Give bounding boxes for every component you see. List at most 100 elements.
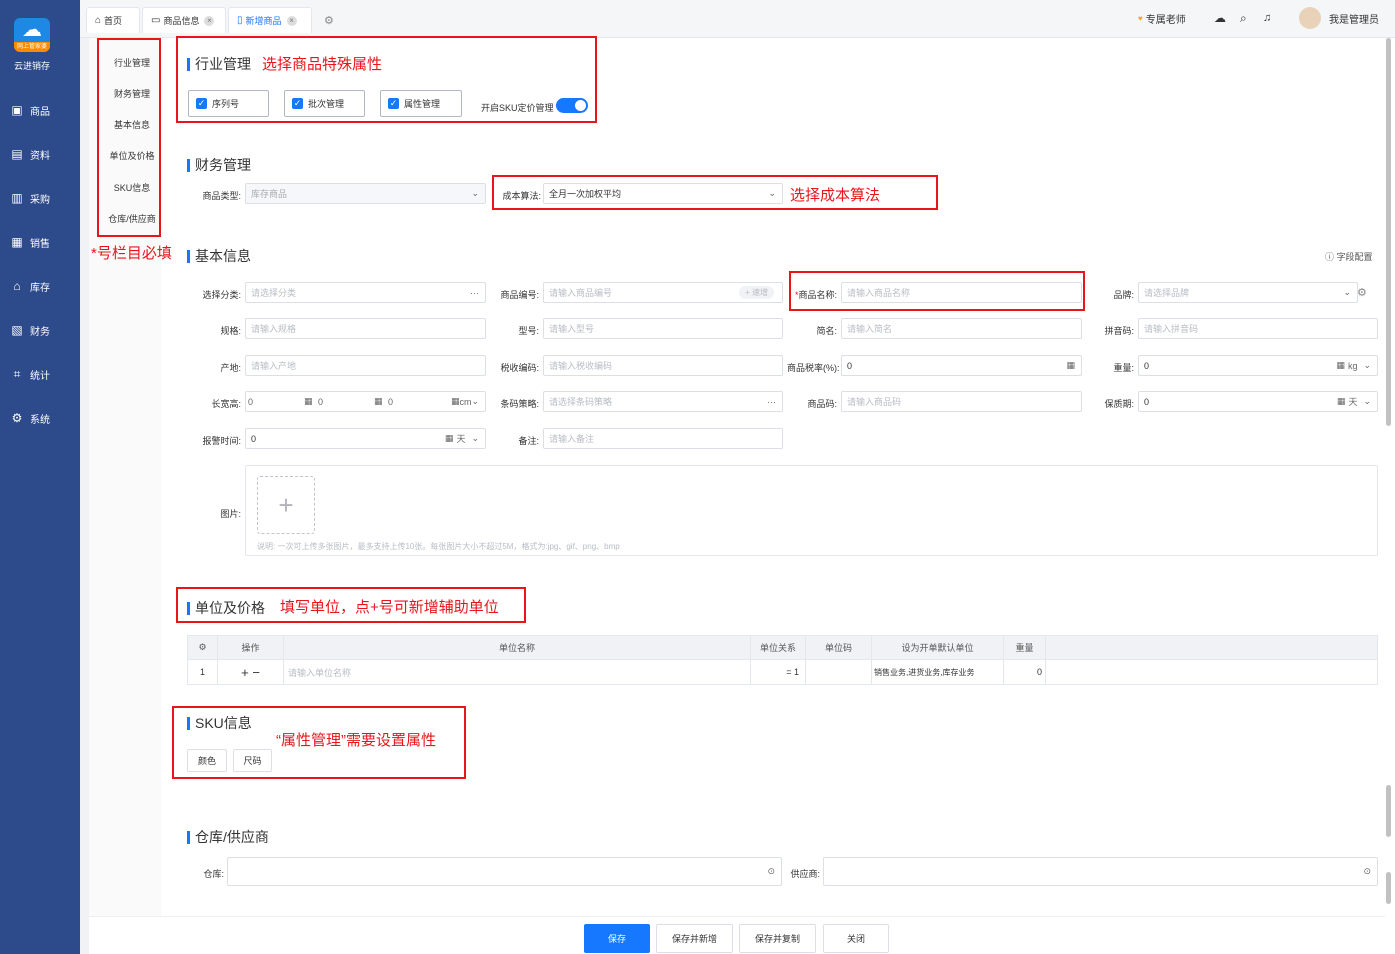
add-unit-icon[interactable]: + — [241, 665, 249, 680]
field-label-text: 规格: — [220, 326, 241, 336]
field-config-label: 字段配置 — [1336, 252, 1373, 262]
sidebar-item-3[interactable]: ▦ 销售 — [10, 232, 74, 252]
image-label: 图片: — [220, 509, 241, 519]
scrollbar-thumb[interactable] — [1386, 38, 1391, 426]
quick-add-button[interactable]: + 速增 — [739, 286, 774, 299]
barcode-input[interactable]: 请输入商品码 — [841, 391, 1082, 412]
col-header: 设为开单默认单位 — [871, 635, 1004, 660]
check-batch[interactable]: ✓ 批次管理 — [284, 90, 365, 117]
warehouse-select[interactable]: ⊙ — [227, 857, 782, 886]
sidebar-item-1[interactable]: ▤ 资料 — [10, 144, 74, 164]
supplier-select[interactable]: ⊙ — [823, 857, 1378, 886]
sidebar-item-0[interactable]: ▣ 商品 — [10, 100, 74, 120]
check-attribute[interactable]: ✓ 属性管理 — [380, 90, 462, 117]
bell-icon[interactable]: ♫ — [1263, 0, 1271, 36]
remove-unit-icon[interactable]: − — [252, 665, 260, 680]
upload-plus-icon[interactable]: + — [257, 476, 315, 534]
sidebar-item-label: 库存 — [30, 282, 50, 294]
supplier-label: 供应商: — [790, 869, 820, 879]
sku-size-button[interactable]: 尺码 — [233, 749, 272, 772]
unit-code-cell[interactable] — [805, 659, 872, 685]
save-button[interactable]: 保存 — [584, 924, 650, 953]
field-label-text: 条码策略: — [500, 399, 539, 409]
unit-name-input[interactable]: 请输入单位名称 — [283, 659, 751, 685]
pinyin-input[interactable]: 请输入拼音码 — [1138, 318, 1378, 339]
sidebar-item-label: 采购 — [30, 194, 50, 206]
name-input[interactable]: 请输入商品名称 — [841, 282, 1082, 303]
save-new-button[interactable]: 保存并新增 — [656, 924, 733, 953]
section-nav-item[interactable]: 仓库/供应商 — [96, 212, 168, 225]
search-icon[interactable]: ⌕ — [1240, 0, 1247, 36]
section-nav-item[interactable]: 行业管理 — [96, 56, 168, 69]
col-header: 重量 — [1003, 635, 1046, 660]
dimension-l[interactable]: 0 — [248, 392, 253, 411]
taxrate-input[interactable]: 0 ▦ — [841, 355, 1082, 376]
tab-home[interactable]: ⌂ 首页 — [86, 7, 140, 33]
field-label-text: 拼音码: — [1104, 326, 1134, 336]
barcode_policy-input[interactable]: 请选择条码策略 ··· — [543, 391, 783, 412]
input-text: 请选择分类 — [251, 288, 297, 298]
field-label-text: 报警时间: — [202, 436, 241, 446]
sidebar-item-4[interactable]: ⌂ 库存 — [10, 276, 74, 296]
scrollbar-thumb[interactable] — [1386, 872, 1391, 904]
shelf-input[interactable]: 0 ▦ 天 ⌄ — [1138, 391, 1378, 412]
scrollbar-thumb[interactable] — [1386, 785, 1391, 837]
sidebar-item-5[interactable]: ▧ 财务 — [10, 320, 74, 340]
sidebar-item-2[interactable]: ▥ 采购 — [10, 188, 74, 208]
input-text: 请输入商品编号 — [549, 288, 613, 298]
teacher-link[interactable]: ♥ 专属老师 — [1138, 0, 1186, 36]
lwh-input[interactable]: 0 ▦ 0 ▦ 0 ▦ cm ⌄ — [245, 391, 486, 412]
check-serial[interactable]: ✓ 序列号 — [188, 90, 269, 117]
weight-input[interactable]: 0 ▦ kg ⌄ — [1138, 355, 1378, 376]
tab-product-info[interactable]: ▭ 商品信息 × — [142, 7, 226, 33]
sku-toggle-label: 开启SKU定价管理 — [481, 103, 554, 113]
sidebar-item-7[interactable]: ⚙ 系统 — [10, 408, 74, 428]
field-label-text: 长宽高: — [211, 399, 241, 409]
close-icon[interactable]: × — [286, 15, 297, 26]
spec-input[interactable]: 请输入规格 — [245, 318, 486, 339]
tab-settings-icon[interactable]: ⚙ — [324, 14, 334, 27]
remark-input[interactable]: 请输入备注 — [543, 428, 783, 449]
chevron-down-icon: ⌄ — [1343, 287, 1351, 297]
model-input[interactable]: 请输入型号 — [543, 318, 783, 339]
close-icon[interactable]: × — [204, 15, 215, 26]
sidebar-item-6[interactable]: ⌗ 统计 — [10, 364, 74, 384]
input-text: 请选择条码策略 — [549, 397, 613, 407]
default-unit-cell[interactable]: 销售业务,进货业务,库存业务 — [871, 659, 1004, 685]
type-label: 商品类型: — [202, 191, 241, 201]
brand-settings-icon[interactable]: ⚙ — [1357, 286, 1367, 299]
field-config-link[interactable]: ⓘ 字段配置 — [1325, 250, 1373, 263]
origin-input[interactable]: 请输入产地 — [245, 355, 486, 376]
alarm-input[interactable]: 0 ▦ 天 ⌄ — [245, 428, 486, 449]
dimension-h[interactable]: 0 — [388, 392, 393, 411]
short-input[interactable]: 请输入简名 — [841, 318, 1082, 339]
cloud-icon[interactable]: ☁ — [1214, 0, 1226, 36]
unit-weight-cell[interactable]: 0 — [1003, 659, 1046, 685]
input-text: 请输入备注 — [549, 434, 595, 444]
user-menu[interactable]: 我是管理员 — [1299, 0, 1379, 36]
product-type-select[interactable]: 库存商品 ⌄ — [245, 183, 486, 204]
tab-new-product[interactable]: ▯ 新增商品 × — [228, 7, 312, 33]
category-input[interactable]: 请选择分类 ··· — [245, 282, 486, 303]
app-logo[interactable]: ☁ 网上管家婆 — [14, 18, 50, 52]
brand-input[interactable]: 请选择品牌 ⌄ — [1138, 282, 1358, 303]
annotation-sku: “属性管理”需要设置属性 — [276, 732, 436, 749]
sku-color-button[interactable]: 颜色 — [187, 749, 227, 772]
cost-method-select[interactable]: 全月一次加权平均 ⌄ — [543, 183, 783, 204]
section-nav-item[interactable]: 财务管理 — [96, 87, 168, 100]
section-nav-item[interactable]: 单位及价格 — [96, 149, 168, 162]
taxcode-input[interactable]: 请输入税收编码 — [543, 355, 783, 376]
table-settings-icon[interactable]: ⚙ — [187, 635, 218, 660]
dimension-w[interactable]: 0 — [318, 392, 323, 411]
save-copy-button[interactable]: 保存并复制 — [739, 924, 816, 953]
section-title-unit: 单位及价格 — [187, 598, 265, 618]
close-button[interactable]: 关闭 — [823, 924, 889, 953]
title-bar — [187, 249, 190, 263]
warehouse-label: 仓库: — [203, 869, 224, 879]
section-nav-item[interactable]: 基本信息 — [96, 118, 168, 131]
section-nav-item[interactable]: SKU信息 — [96, 181, 168, 194]
code-input[interactable]: 请输入商品编号 + 速增 — [543, 282, 783, 303]
app-name: 云进销存 — [13, 61, 50, 71]
field-label-text: 商品码: — [807, 399, 837, 409]
sku-toggle[interactable] — [556, 98, 588, 113]
